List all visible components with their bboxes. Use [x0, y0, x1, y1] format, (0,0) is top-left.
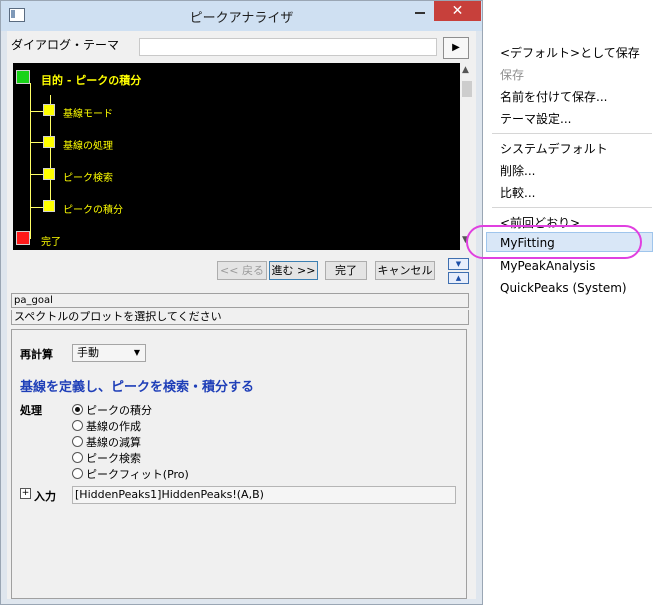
close-button[interactable]: ✕ — [434, 1, 481, 21]
menu-separator — [492, 133, 652, 134]
scroll-up-icon[interactable]: ▲ — [462, 65, 469, 75]
settings-panel: 再計算 手動 ▼ 基線を定義し、ピークを検索・積分する 処理 ピークの積分 基線… — [11, 329, 467, 599]
title-bar[interactable]: ピークアナライザ ✕ — [1, 1, 482, 31]
flow-step-label[interactable]: ピークの積分 — [63, 201, 123, 216]
menu-separator — [492, 207, 652, 208]
flow-connector — [31, 207, 43, 208]
menu-item-compare[interactable]: 比較... — [500, 184, 535, 201]
menu-item-save-as[interactable]: 名前を付けて保存... — [500, 88, 607, 105]
radio-icon[interactable] — [72, 468, 83, 479]
wizard-flowchart: 目的 - ピークの積分 基線モード 基線の処理 ピーク検索 ピークの積分 完了 — [13, 63, 460, 250]
collapse-up-icon[interactable]: ▲ — [448, 272, 469, 284]
input-range-field[interactable]: [HiddenPeaks1]HiddenPeaks!(A,B) — [72, 486, 456, 504]
finish-node[interactable] — [16, 231, 30, 245]
theme-context-menu: <デフォルト>として保存 保存 名前を付けて保存... テーマ設定... システ… — [466, 36, 655, 304]
radio-label: 基線の作成 — [86, 420, 141, 433]
step-node-find-peaks[interactable] — [43, 168, 55, 180]
menu-item-quickpeaks[interactable]: QuickPeaks (System) — [500, 281, 627, 295]
process-label: 処理 — [20, 404, 42, 417]
radio-integrate-peaks[interactable]: ピークの積分 — [72, 402, 152, 418]
scroll-thumb[interactable] — [462, 81, 472, 97]
start-node[interactable] — [16, 70, 30, 84]
flow-step-label[interactable]: ピーク検索 — [63, 169, 113, 184]
menu-item-save-as-default[interactable]: <デフォルト>として保存 — [500, 44, 640, 61]
flow-connector — [31, 142, 43, 143]
back-button[interactable]: << 戻る — [217, 261, 267, 280]
flow-step-label[interactable]: 基線モード — [63, 105, 113, 120]
recalculate-select[interactable]: 手動 ▼ — [72, 344, 146, 362]
dialog-theme-label: ダイアログ・テーマ — [11, 38, 120, 52]
cancel-button[interactable]: キャンセル — [375, 261, 435, 280]
radio-icon[interactable] — [72, 436, 83, 447]
radio-label: ピークの積分 — [86, 404, 152, 417]
flowchart-scrollbar[interactable]: ▲ ▼ — [460, 63, 474, 250]
step-node-baseline-treatment[interactable] — [43, 136, 55, 148]
expand-plus-icon[interactable]: + — [20, 488, 31, 499]
flow-finish-label[interactable]: 完了 — [41, 233, 61, 248]
step-node-baseline-mode[interactable] — [43, 104, 55, 116]
radio-create-baseline[interactable]: 基線の作成 — [72, 418, 141, 434]
radio-find-peaks[interactable]: ピーク検索 — [72, 450, 141, 466]
radio-subtract-baseline[interactable]: 基線の減算 — [72, 434, 141, 450]
page-name-field: pa_goal — [11, 293, 469, 308]
radio-label: ピークフィット(Pro) — [86, 468, 189, 481]
step-node-integrate-peaks[interactable] — [43, 200, 55, 212]
recalculate-label: 再計算 — [20, 348, 53, 361]
input-label: 入力 — [34, 490, 56, 503]
radio-label: ピーク検索 — [86, 452, 141, 465]
flow-goal-label[interactable]: 目的 - ピークの積分 — [41, 72, 141, 88]
dialog-theme-input[interactable] — [139, 38, 437, 56]
menu-item-delete[interactable]: 削除... — [500, 162, 535, 179]
flow-connector — [31, 111, 43, 112]
highlight-annotation-ring — [466, 225, 642, 259]
next-button[interactable]: 進む >> — [269, 261, 318, 280]
menu-item-mypeakanalysis[interactable]: MyPeakAnalysis — [500, 259, 595, 273]
flow-main-line — [30, 83, 31, 239]
radio-icon[interactable] — [72, 452, 83, 463]
radio-fit-peaks[interactable]: ピークフィット(Pro) — [72, 466, 189, 482]
peak-analyzer-window: ピークアナライザ ✕ ダイアログ・テーマ ▶ 目的 - ピークの積分 基線モード… — [0, 0, 483, 605]
chevron-down-icon: ▼ — [133, 348, 140, 357]
flow-connector — [31, 174, 43, 175]
finish-button[interactable]: 完了 — [325, 261, 367, 280]
menu-item-system-default[interactable]: システムデフォルト — [500, 140, 608, 157]
goal-heading: 基線を定義し、ピークを検索・積分する — [20, 380, 255, 395]
minimize-button[interactable] — [406, 1, 434, 21]
radio-selected-icon[interactable] — [72, 404, 83, 415]
theme-menu-arrow-button[interactable]: ▶ — [443, 37, 469, 59]
dialog-body: ダイアログ・テーマ ▶ 目的 - ピークの積分 基線モード 基線の処理 ピーク検… — [7, 31, 476, 599]
page-description: スペクトルのプロットを選択してください — [11, 310, 469, 325]
menu-item-save[interactable]: 保存 — [500, 66, 524, 83]
flow-step-label[interactable]: 基線の処理 — [63, 137, 113, 152]
radio-label: 基線の減算 — [86, 436, 141, 449]
collapse-down-icon[interactable]: ▼ — [448, 258, 469, 270]
menu-item-theme-settings[interactable]: テーマ設定... — [500, 110, 571, 127]
recalculate-value: 手動 — [77, 346, 99, 359]
radio-icon[interactable] — [72, 420, 83, 431]
